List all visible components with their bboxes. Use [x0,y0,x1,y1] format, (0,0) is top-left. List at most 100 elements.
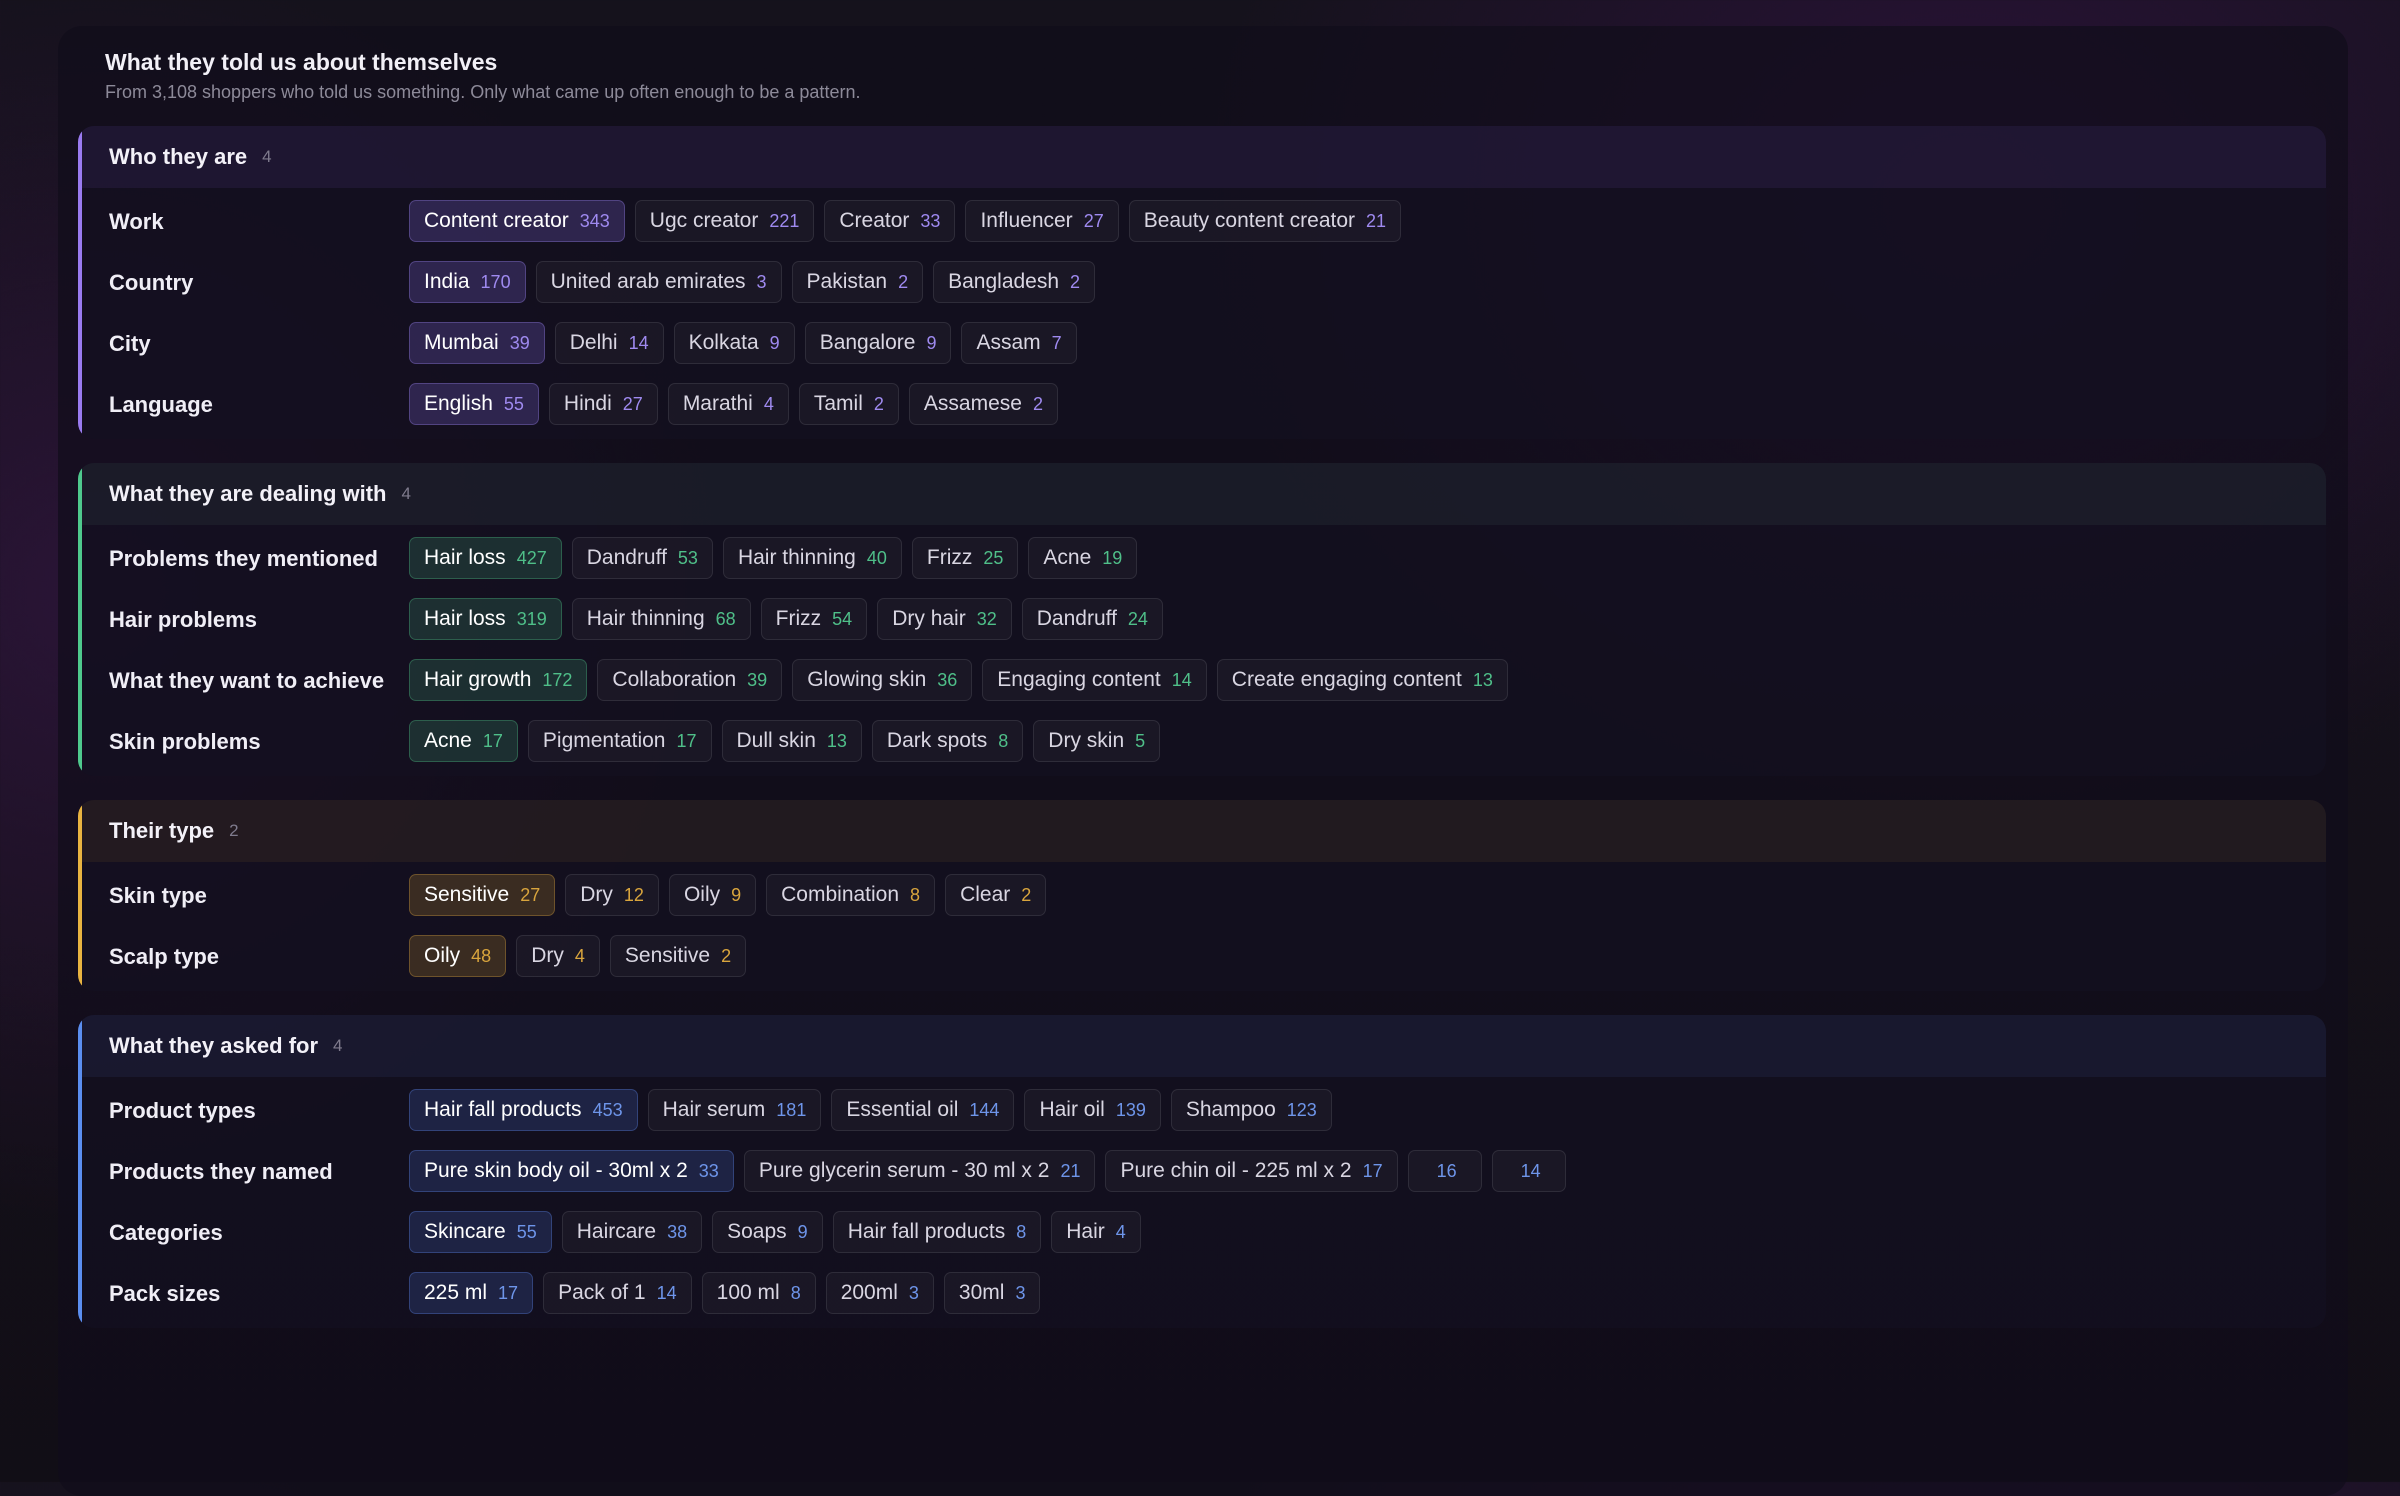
chip[interactable]: Clear 2 [945,874,1047,916]
chip[interactable]: Hair growth 172 [409,659,588,701]
chip-count: 27 [1083,210,1104,231]
chip[interactable]: Hair thinning 40 [722,537,902,579]
chip-label: Dry hair [892,607,966,630]
row-scalp-type: Scalp type Oily 48 Dry 4 Sensitive 2 [78,935,2326,977]
chip[interactable]: Content creator 343 [409,200,625,242]
chip-label: Combination [781,883,900,906]
chip-count: 144 [969,1099,1000,1120]
chip[interactable]: Dandruff 24 [1021,598,1163,640]
chip-count: 14 [628,332,649,353]
chip[interactable]: Kolkata 9 [673,322,795,364]
row-label: Language [109,392,213,417]
chip-label: Glowing skin [807,668,927,691]
chip[interactable]: Engaging content 14 [982,659,1207,701]
section-count: 4 [333,1036,343,1055]
chip[interactable]: Mumbai 39 [409,322,545,364]
chip-label: Hair fall products [424,1098,582,1121]
chip[interactable]: Pakistan 2 [791,261,924,303]
chip[interactable]: Dry hair 32 [877,598,1012,640]
chip-count: 8 [910,884,921,905]
chip-count: 17 [482,730,503,751]
row-skin-problems: Skin problems Acne 17 Pigmentation 17 Dull… [78,720,2326,762]
chip-count: 9 [797,1221,808,1242]
chip[interactable]: Pure skin body oil - 30ml x 2 33 [409,1150,734,1192]
chip[interactable]: Beauty content creator 21 [1128,200,1402,242]
chip[interactable]: Tamil 2 [798,383,899,425]
chip[interactable]: Pure chin oil - 225 ml x 2 17 [1105,1150,1398,1192]
chip[interactable]: Frizz 25 [911,537,1019,579]
chip[interactable]: Skincare 55 [409,1211,552,1253]
chip[interactable]: Frizz 54 [760,598,868,640]
chip[interactable]: Acne 19 [1028,537,1138,579]
chip[interactable]: Glowing skin 36 [792,659,973,701]
chip[interactable]: Collaboration 39 [597,659,783,701]
chip-label: Hair serum [662,1098,766,1121]
chip[interactable]: Dry skin 5 [1033,720,1161,762]
row-label: Work [109,209,164,234]
chip[interactable]: Delhi 14 [554,322,664,364]
section-title: What they asked for [109,1033,319,1058]
chip[interactable]: Hair oil 139 [1024,1089,1161,1131]
chip[interactable]: Dandruff 53 [571,537,713,579]
chip[interactable]: Hair loss 427 [409,537,562,579]
section-title: Who they are [109,144,248,169]
chip[interactable]: Hair fall products 453 [409,1089,638,1131]
chip-label: Hair loss [424,607,506,630]
chip[interactable]: Sensitive 2 [609,935,747,977]
chip[interactable]: Influencer 27 [965,200,1119,242]
chip[interactable]: Dry 4 [516,935,600,977]
chip[interactable]: Sensitive 27 [409,874,556,916]
chip[interactable]: Assam 7 [961,322,1077,364]
chip[interactable]: Ugc creator 221 [634,200,815,242]
chip[interactable]: Oily 48 [409,935,507,977]
chip[interactable]: Hair fall products 8 [832,1211,1042,1253]
chip-count: 4 [763,393,774,414]
chip[interactable]: United arab emirates 3 [535,261,782,303]
chip[interactable]: Hair serum 181 [647,1089,822,1131]
chip-list: English 55 Hindi 27 Marathi 4 Tamil 2 Assame… [409,383,1058,425]
chip[interactable]: Essential oil 144 [831,1089,1015,1131]
chip[interactable]: Create engaging content 13 [1216,659,1508,701]
chip[interactable]: Combination 8 [766,874,936,916]
chip-count: 24 [1127,608,1148,629]
chip[interactable]: 14 [1491,1150,1566,1192]
chip-count: 2 [1032,393,1043,414]
chip-label: Pigmentation [542,729,666,752]
chip[interactable]: Dull skin 13 [721,720,862,762]
chip-label: Pure skin body oil - 30ml x 2 [424,1159,688,1182]
chip[interactable]: Marathi 4 [667,383,789,425]
chip[interactable]: Hindi 27 [548,383,658,425]
page-subtitle: From 3,108 shoppers who told us somethin… [105,82,861,102]
row-city: City Mumbai 39 Delhi 14 Kolkata 9 Bangalore… [78,322,2326,364]
chip[interactable]: Pigmentation 17 [527,720,712,762]
chip[interactable]: Shampoo 123 [1170,1089,1332,1131]
chip[interactable]: Haircare 38 [561,1211,703,1253]
chip-count: 17 [498,1282,519,1303]
chip[interactable]: Hair loss 319 [409,598,562,640]
chip[interactable]: Soaps 9 [712,1211,823,1253]
chip-count: 21 [1366,210,1387,231]
chip[interactable]: Hair 4 [1051,1211,1141,1253]
chip[interactable]: Hair thinning 68 [571,598,751,640]
chip[interactable]: Pure glycerin serum - 30 ml x 2 21 [743,1150,1096,1192]
chip[interactable]: Acne 17 [409,720,518,762]
chip[interactable]: Creator 33 [824,200,956,242]
chip-label: Bangalore [819,331,916,354]
chip[interactable]: 30ml 3 [943,1272,1041,1314]
chip[interactable]: 100 ml 8 [701,1272,816,1314]
chip-list: Hair growth 172 Collaboration 39 Glowing s… [409,659,1508,701]
chip-count: 16 [1436,1160,1457,1181]
chip-list: Sensitive 27 Dry 12 Oily 9 Combination 8 Cle… [409,874,1047,916]
chip[interactable]: Dry 12 [565,874,659,916]
chip[interactable]: Bangalore 9 [804,322,952,364]
chip[interactable]: 16 [1407,1150,1482,1192]
chip[interactable]: Bangladesh 2 [933,261,1096,303]
chip[interactable]: Assamese 2 [908,383,1058,425]
chip[interactable]: Dark spots 8 [871,720,1024,762]
chip[interactable]: 200ml 3 [825,1272,934,1314]
chip[interactable]: Pack of 1 14 [543,1272,692,1314]
chip[interactable]: 225 ml 17 [409,1272,534,1314]
chip[interactable]: Oily 9 [668,874,757,916]
chip[interactable]: India 170 [409,261,526,303]
chip[interactable]: English 55 [409,383,539,425]
